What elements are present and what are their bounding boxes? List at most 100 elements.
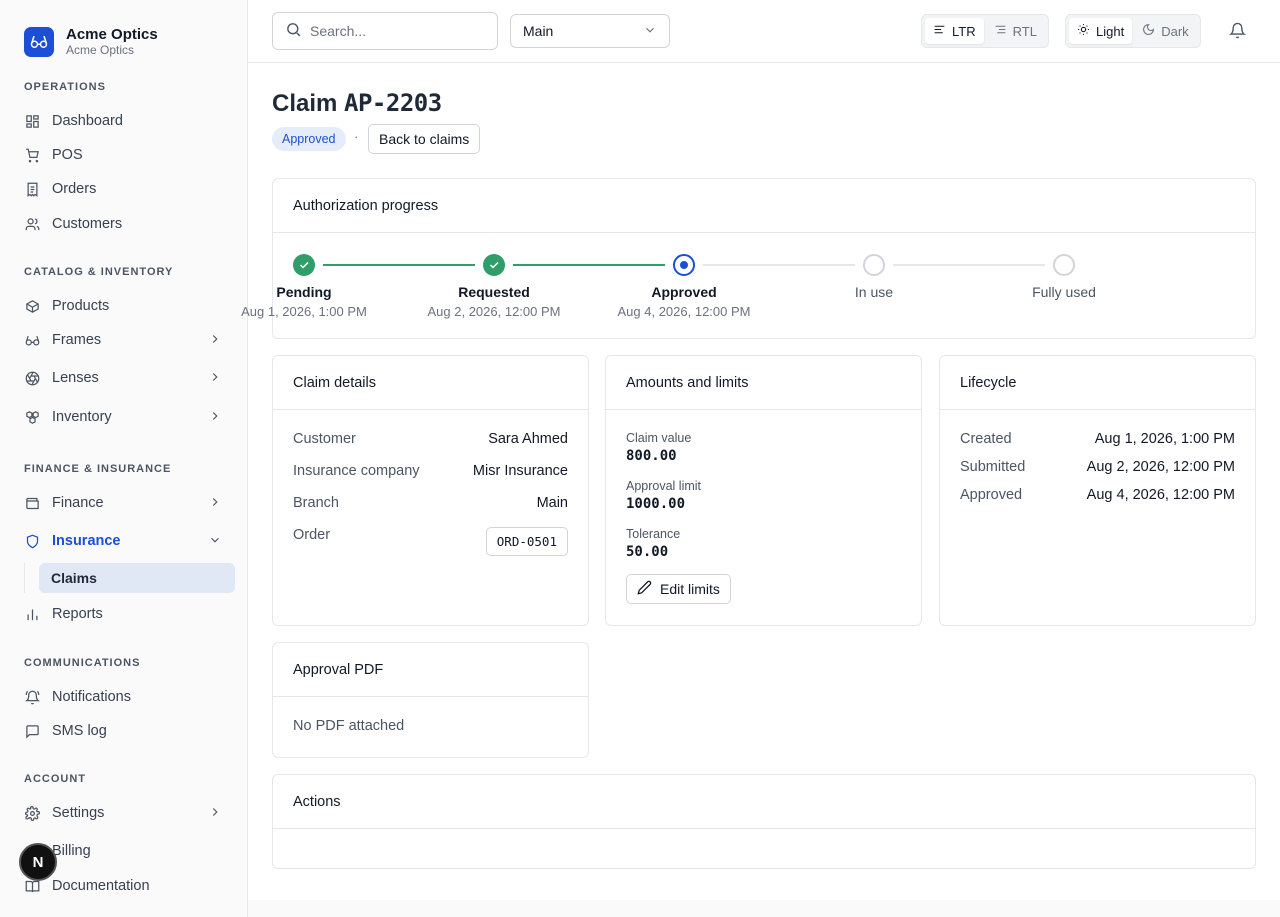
actions-card: Actions bbox=[272, 774, 1256, 869]
sidebar-item-dashboard[interactable]: Dashboard bbox=[24, 109, 224, 133]
sidebar-item-customers[interactable]: Customers bbox=[24, 212, 224, 236]
search-input[interactable]: Search... bbox=[272, 12, 498, 50]
sidebar-item-finance[interactable]: Finance bbox=[24, 491, 224, 515]
step-label: Requested bbox=[458, 284, 530, 300]
step-label: Fully used bbox=[1032, 284, 1096, 300]
sidebar-item-label: POS bbox=[52, 147, 83, 163]
step-label: Approved bbox=[651, 284, 717, 300]
branch-select-value: Main bbox=[523, 23, 554, 39]
bell-icon[interactable] bbox=[1228, 22, 1247, 42]
tolerance-label: Tolerance bbox=[626, 527, 681, 541]
sidebar-item-orders[interactable]: Orders bbox=[24, 177, 224, 201]
box-icon bbox=[24, 298, 40, 314]
sidebar-item-lenses[interactable]: Lenses bbox=[24, 366, 224, 390]
sidebar-item-label: Reports bbox=[52, 606, 103, 622]
search-icon bbox=[285, 21, 302, 41]
sidebar-item-sms-log[interactable]: SMS log bbox=[24, 719, 224, 743]
dark-theme-button[interactable]: Dark bbox=[1134, 18, 1196, 44]
lifecycle-value: Aug 2, 2026, 12:00 PM bbox=[1086, 459, 1235, 475]
step-date: Aug 1, 2026, 1:00 PM bbox=[241, 304, 367, 319]
sidebar-item-label: SMS log bbox=[52, 723, 107, 739]
progress-stepper: Pending Aug 1, 2026, 1:00 PM Requested Aug … bbox=[241, 233, 1257, 339]
separator-dot: · bbox=[354, 129, 359, 144]
card-title: Authorization progress bbox=[273, 179, 1255, 233]
gear-icon bbox=[24, 805, 40, 821]
chevron-right-icon bbox=[208, 409, 222, 427]
detail-key: Insurance company bbox=[293, 463, 420, 479]
section-operations: OPERATIONS bbox=[24, 81, 106, 93]
message-icon bbox=[24, 723, 40, 739]
sidebar-item-settings[interactable]: Settings bbox=[24, 801, 224, 825]
brand[interactable]: Acme Optics Acme Optics bbox=[24, 26, 158, 58]
step-indicator-0 bbox=[293, 254, 315, 276]
lifecycle-key: Created bbox=[960, 431, 1012, 447]
authorization-progress-card: Authorization progress Pending Aug 1, 202… bbox=[241, 178, 1257, 339]
sidebar-item-inventory[interactable]: Inventory bbox=[24, 405, 224, 429]
main-content: Claim AP-2203 Approved · Back to claims … bbox=[241, 63, 1280, 900]
shield-icon bbox=[24, 533, 40, 549]
sidebar-item-products[interactable]: Products bbox=[24, 294, 224, 318]
pencil-icon bbox=[637, 580, 652, 598]
chevron-down-icon bbox=[208, 533, 222, 551]
sidebar-subitem-claims[interactable]: Claims bbox=[39, 563, 235, 593]
sidebar-item-pos[interactable]: POS bbox=[24, 143, 224, 167]
rtl-label: RTL bbox=[1012, 23, 1037, 39]
chevron-right-icon bbox=[208, 332, 222, 350]
ltr-button[interactable]: LTR bbox=[925, 18, 984, 44]
bar-chart-icon bbox=[24, 606, 40, 622]
rtl-button[interactable]: RTL bbox=[986, 18, 1045, 44]
back-to-claims-button[interactable]: Back to claims bbox=[368, 124, 481, 154]
dev-tools-badge[interactable]: N bbox=[19, 843, 57, 881]
chevron-right-icon bbox=[208, 805, 222, 823]
sidebar-item-label: Orders bbox=[52, 181, 97, 197]
order-code-link[interactable]: ORD-0501 bbox=[485, 527, 568, 556]
sidebar-item-notifications[interactable]: Notifications bbox=[24, 685, 224, 709]
no-pdf-message: No PDF attached bbox=[293, 718, 405, 734]
sidebar-item-reports[interactable]: Reports bbox=[24, 602, 224, 626]
step-date: Aug 4, 2026, 12:00 PM bbox=[617, 304, 751, 319]
lifecycle-key: Submitted bbox=[960, 459, 1026, 475]
section-communications: COMMUNICATIONS bbox=[24, 657, 141, 669]
chevron-right-icon bbox=[208, 370, 222, 388]
detail-row-branch: Branch Main bbox=[293, 495, 568, 511]
step-indicator-2 bbox=[673, 254, 695, 276]
branch-select[interactable]: Main bbox=[510, 14, 670, 48]
card-title: Lifecycle bbox=[940, 356, 1255, 410]
section-catalog: CATALOG & INVENTORY bbox=[24, 266, 174, 278]
step-connector-2 bbox=[703, 264, 855, 266]
edit-limits-button[interactable]: Edit limits bbox=[626, 574, 731, 604]
claim-details-card: Claim details Customer Sara Ahmed Insura… bbox=[272, 355, 589, 626]
page-title: Claim AP-2203 bbox=[272, 89, 442, 117]
sidebar-item-label: Frames bbox=[52, 332, 102, 348]
sidebar-item-insurance[interactable]: Insurance bbox=[24, 529, 224, 553]
detail-key: Branch bbox=[293, 495, 339, 511]
light-label: Light bbox=[1096, 23, 1125, 39]
sidebar-item-frames[interactable]: Frames bbox=[24, 328, 224, 352]
brand-subtitle: Acme Optics bbox=[66, 43, 135, 57]
sidebar-item-label: Notifications bbox=[52, 689, 131, 705]
lifecycle-value: Aug 4, 2026, 12:00 PM bbox=[1086, 487, 1235, 503]
sidebar-item-label: Billing bbox=[52, 843, 91, 859]
dashboard-icon bbox=[24, 113, 40, 129]
ltr-label: LTR bbox=[952, 23, 976, 39]
section-finance: FINANCE & INSURANCE bbox=[24, 463, 172, 475]
approval-pdf-card: Approval PDF No PDF attached bbox=[272, 642, 589, 758]
approval-limit-value: 1000.00 bbox=[626, 496, 686, 512]
detail-key: Customer bbox=[293, 431, 356, 447]
claim-value: 800.00 bbox=[626, 448, 677, 464]
detail-row-customer: Customer Sara Ahmed bbox=[293, 431, 568, 447]
users-icon bbox=[24, 216, 40, 232]
tolerance-value: 50.00 bbox=[626, 544, 669, 560]
align-left-icon bbox=[933, 23, 946, 39]
sidebar-item-documentation[interactable]: Documentation bbox=[24, 874, 224, 898]
sidebar-item-label: Settings bbox=[52, 805, 105, 821]
approval-limit-label: Approval limit bbox=[626, 479, 702, 493]
card-title: Actions bbox=[273, 775, 1255, 829]
status-badge: Approved bbox=[272, 127, 346, 151]
direction-toggle: LTR RTL bbox=[921, 14, 1049, 48]
detail-row-order: Order ORD-0501 bbox=[293, 527, 568, 556]
chevron-right-icon bbox=[208, 495, 222, 513]
light-theme-button[interactable]: Light bbox=[1069, 18, 1133, 44]
sidebar-item-label: Documentation bbox=[52, 878, 150, 894]
detail-row-insurance-company: Insurance company Misr Insurance bbox=[293, 463, 568, 479]
